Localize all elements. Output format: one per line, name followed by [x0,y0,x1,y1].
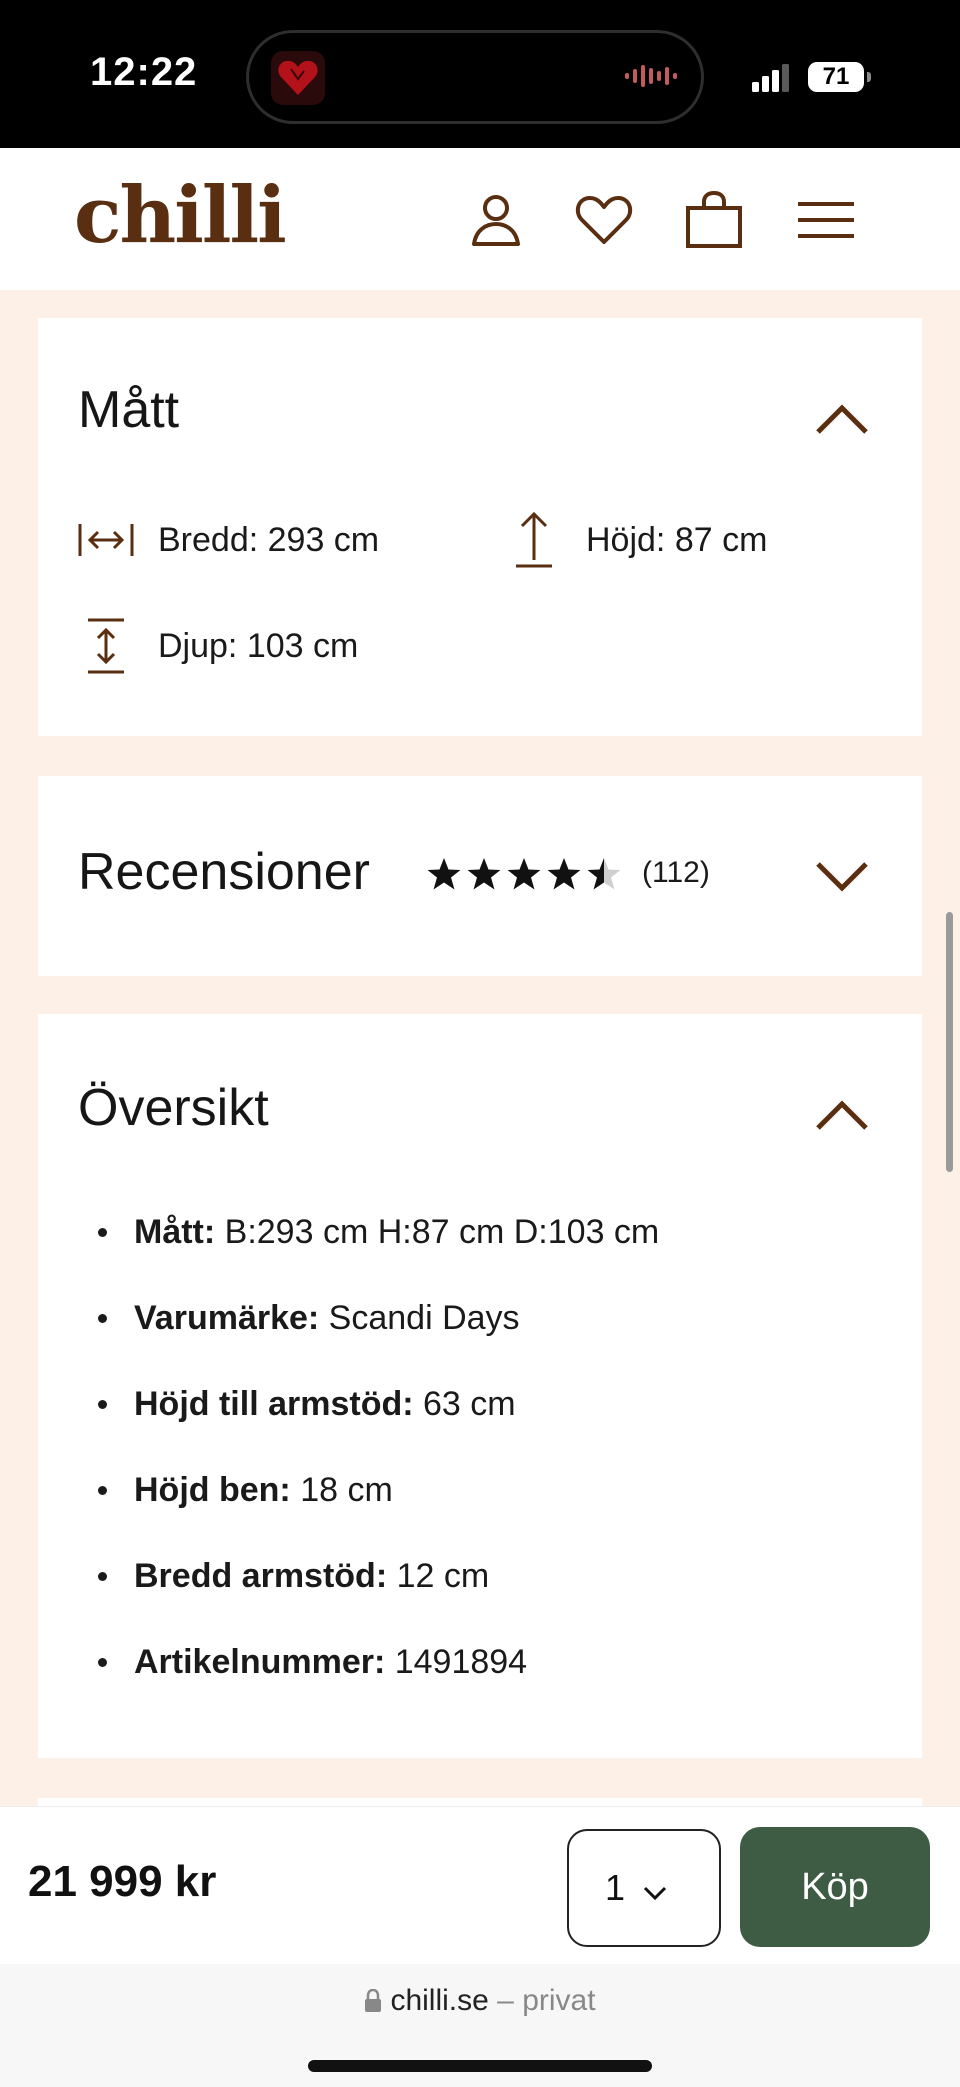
private-mode-label: privat [522,1984,596,2017]
list-item: Höjd ben: 18 cm [86,1470,659,1556]
list-item: Höjd till armstöd: 63 cm [86,1384,659,1470]
url-display[interactable]: chilli.se – privat [0,1984,960,2018]
spec-value: 12 cm [387,1557,490,1595]
chevron-down-icon[interactable] [814,858,870,894]
spec-list: Mått: B:293 cm H:87 cm D:103 cm Varumärk… [86,1212,659,1728]
chevron-up-icon[interactable] [814,1096,870,1132]
buy-button[interactable]: Köp [740,1827,930,1947]
status-time: 12:22 [90,50,198,94]
dimensions-card: Mått Bredd: 293 cm Höjd: 87 cm Djup: 103… [38,318,922,736]
home-indicator[interactable] [308,2060,652,2072]
scrollbar[interactable] [946,912,953,1172]
spec-value: 18 cm [290,1471,393,1509]
spec-value: 1491894 [385,1643,528,1681]
menu-icon[interactable] [794,188,858,252]
account-icon[interactable] [464,188,528,252]
list-item: Mått: B:293 cm H:87 cm D:103 cm [86,1212,659,1298]
dimension-height-label: Höjd: 87 cm [586,520,768,559]
purchase-bar: 21 999 kr 1 Köp [0,1806,960,1964]
spec-label: Mått: [134,1213,216,1251]
spec-label: Artikelnummer: [134,1643,386,1681]
status-bar: 12:22 71 [0,0,960,148]
quantity-select[interactable]: 1 [567,1829,721,1947]
rating-stars-icon [427,858,621,890]
product-price: 21 999 kr [28,1857,217,1906]
spec-label: Varumärke: [134,1299,320,1337]
chevron-down-icon [643,1886,667,1901]
width-arrows-icon [78,524,134,556]
dimension-depth: Djup: 103 cm [74,614,358,678]
site-header: chilli [0,148,960,290]
cellular-signal-icon [752,64,789,92]
spec-label: Bredd armstöd: [134,1557,388,1595]
url-separator: – [488,1984,523,2017]
spec-value: B:293 cm H:87 cm D:103 cm [215,1213,660,1251]
depth-arrows-icon [88,618,124,674]
dimension-height: Höjd: 87 cm [502,508,767,572]
list-item: Bredd armstöd: 12 cm [86,1556,659,1642]
chilli-logo[interactable]: chilli [74,170,287,261]
reviews-title: Recensioner [78,843,370,901]
review-count: (112) [642,856,710,889]
list-item: Artikelnummer: 1491894 [86,1642,659,1728]
quantity-value: 1 [605,1867,626,1908]
heart-icon[interactable] [572,188,636,252]
height-arrow-icon [516,511,552,568]
spec-value: Scandi Days [319,1299,520,1337]
spec-label: Höjd till armstöd: [134,1385,414,1423]
lock-icon [365,1989,382,2012]
dynamic-island [246,30,704,124]
reviews-card[interactable]: Recensioner (112) [38,776,922,976]
shopping-bag-icon[interactable] [682,188,746,252]
spec-value: 63 cm [413,1385,516,1423]
dimension-width-label: Bredd: 293 cm [158,520,380,559]
url-domain: chilli.se [390,1984,489,2017]
overview-card: Översikt Mått: B:293 cm H:87 cm D:103 cm… [38,1014,922,1758]
now-playing-artwork-icon [271,51,325,105]
battery-indicator: 71 [808,62,871,92]
dimensions-title: Mått [78,381,180,439]
list-item: Varumärke: Scandi Days [86,1298,659,1384]
audio-wave-icon [625,65,677,87]
dimension-depth-label: Djup: 103 cm [158,626,359,665]
overview-title: Översikt [78,1079,269,1137]
chevron-up-icon[interactable] [814,400,870,436]
spec-label: Höjd ben: [134,1471,291,1509]
browser-url-bar[interactable]: chilli.se – privat [0,1964,960,2087]
dimension-width: Bredd: 293 cm [74,508,379,572]
